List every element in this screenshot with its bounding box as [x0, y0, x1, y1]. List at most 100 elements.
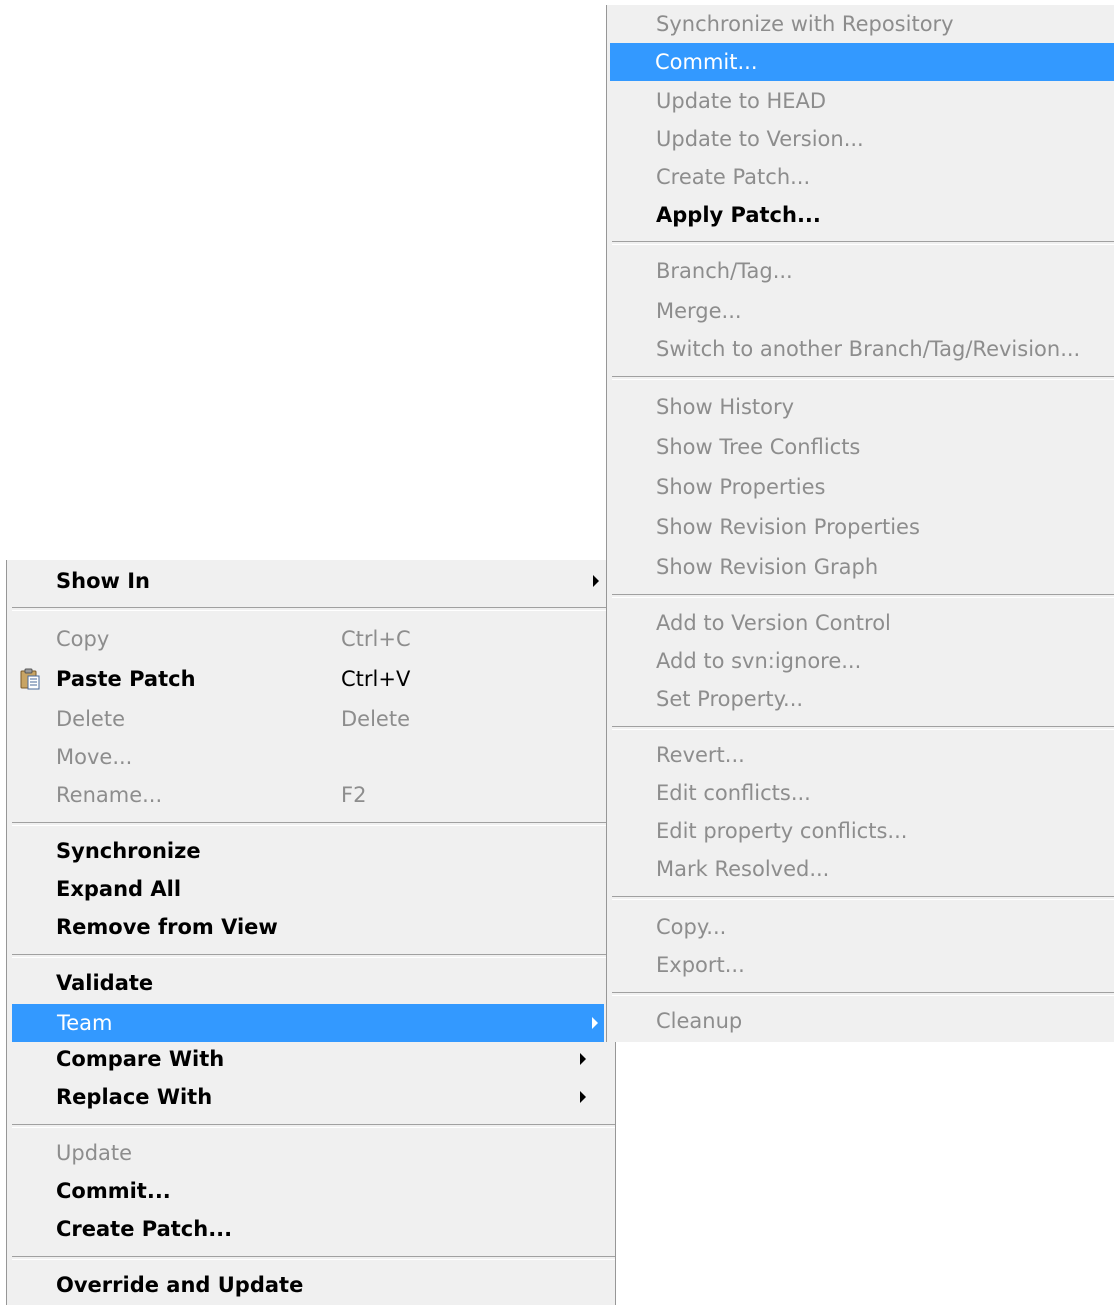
menu-item-label: Delete: [56, 707, 125, 731]
menu-item-synchronize[interactable]: Synchronize: [11, 832, 611, 870]
menu-item-label: Copy: [56, 627, 110, 651]
menu-item-label: Team: [57, 1011, 113, 1035]
menu-item-label: Update to Version...: [656, 127, 864, 151]
menu-item-move[interactable]: Move...: [11, 738, 611, 776]
menu-item-edit-conflicts[interactable]: Edit conflicts...: [611, 774, 1110, 812]
menu-item-create-patch[interactable]: Create Patch...: [11, 1210, 611, 1248]
menu-item-label: Replace With: [56, 1085, 213, 1109]
menu-item-label: Update: [56, 1141, 133, 1165]
menu-item-label: Move...: [56, 745, 133, 769]
menu-separator: [612, 241, 1114, 245]
menu-separator: [12, 1256, 615, 1260]
menu-item-label: Add to Version Control: [656, 611, 891, 635]
menu-item-add-to-version-control[interactable]: Add to Version Control: [611, 604, 1110, 642]
menu-item-commit[interactable]: Commit...: [610, 43, 1114, 81]
menu-item-show-revision-properties[interactable]: Show Revision Properties: [611, 508, 1110, 546]
menu-item-label: Update to HEAD: [656, 89, 827, 113]
menu-item-label: Revert...: [656, 743, 745, 767]
menu-separator: [612, 992, 1114, 996]
submenu-arrow-icon: [592, 1017, 598, 1029]
menu-item-remove-from-view[interactable]: Remove from View: [11, 908, 611, 946]
menu-item-branch-tag[interactable]: Branch/Tag...: [611, 252, 1110, 290]
menu-item-compare-with[interactable]: Compare With: [11, 1040, 611, 1078]
menu-item-shortcut: Ctrl+V: [341, 667, 411, 691]
menu-item-label: Edit conflicts...: [656, 781, 811, 805]
team-submenu: Synchronize with Repository Commit... Up…: [606, 5, 1114, 1042]
menu-item-label: Compare With: [56, 1047, 225, 1071]
menu-item-apply-patch[interactable]: Apply Patch...: [611, 196, 1110, 234]
menu-item-label: Rename...: [56, 783, 163, 807]
menu-item-switch[interactable]: Switch to another Branch/Tag/Revision...: [611, 330, 1110, 368]
menu-item-label: Edit property conflicts...: [656, 819, 908, 843]
menu-item-create-patch[interactable]: Create Patch...: [611, 158, 1110, 196]
menu-item-mark-resolved[interactable]: Mark Resolved...: [611, 850, 1110, 888]
menu-item-label: Show Revision Graph: [656, 555, 879, 579]
menu-item-export[interactable]: Export...: [611, 946, 1110, 984]
menu-item-label: Override and Update: [56, 1273, 304, 1297]
menu-separator: [612, 896, 1114, 900]
menu-item-set-property[interactable]: Set Property...: [611, 680, 1110, 718]
menu-item-label: Show Tree Conflicts: [656, 435, 861, 459]
menu-item-label: Apply Patch...: [656, 203, 821, 227]
menu-item-paste-patch[interactable]: Paste Patch Ctrl+V: [11, 660, 611, 698]
menu-item-commit[interactable]: Commit...: [11, 1172, 611, 1210]
menu-item-label: Export...: [656, 953, 745, 977]
menu-item-copy[interactable]: Copy Ctrl+C: [11, 620, 611, 658]
menu-separator: [612, 594, 1114, 598]
menu-item-show-in[interactable]: Show In: [11, 562, 611, 600]
menu-item-label: Synchronize: [56, 839, 201, 863]
menu-item-label: Commit...: [56, 1179, 171, 1203]
menu-item-show-revision-graph[interactable]: Show Revision Graph: [611, 548, 1110, 586]
menu-item-edit-property-conflicts[interactable]: Edit property conflicts...: [611, 812, 1110, 850]
menu-item-label: Validate: [56, 971, 154, 995]
menu-item-add-to-svnignore[interactable]: Add to svn:ignore...: [611, 642, 1110, 680]
menu-separator: [12, 954, 615, 958]
submenu-arrow-icon: [580, 1091, 586, 1103]
menu-item-label: Paste Patch: [56, 667, 196, 691]
menu-item-label: Switch to another Branch/Tag/Revision...: [656, 337, 1081, 361]
menu-item-update-to-version[interactable]: Update to Version...: [611, 120, 1110, 158]
menu-item-label: Create Patch...: [656, 165, 811, 189]
menu-item-show-history[interactable]: Show History: [611, 388, 1110, 426]
menu-item-label: Branch/Tag...: [656, 259, 793, 283]
menu-item-label: Show Properties: [656, 475, 826, 499]
clipboard-icon: [19, 668, 41, 690]
menu-item-label: Synchronize with Repository: [656, 12, 954, 36]
menu-item-label: Set Property...: [656, 687, 804, 711]
menu-item-team[interactable]: Team: [12, 1004, 604, 1042]
menu-item-label: Merge...: [656, 299, 742, 323]
menu-item-label: Add to svn:ignore...: [656, 649, 862, 673]
menu-item-copy[interactable]: Copy...: [611, 908, 1110, 946]
menu-item-label: Remove from View: [56, 915, 278, 939]
menu-item-merge[interactable]: Merge...: [611, 292, 1110, 330]
menu-item-label: Mark Resolved...: [656, 857, 830, 881]
menu-item-synchronize-with-repository[interactable]: Synchronize with Repository: [611, 5, 1110, 43]
menu-item-label: Create Patch...: [56, 1217, 233, 1241]
menu-separator: [12, 822, 615, 826]
menu-item-update-to-head[interactable]: Update to HEAD: [611, 82, 1110, 120]
menu-item-expand-all[interactable]: Expand All: [11, 870, 611, 908]
menu-item-delete[interactable]: Delete Delete: [11, 700, 611, 738]
menu-separator: [612, 726, 1114, 730]
submenu-arrow-icon: [580, 1053, 586, 1065]
menu-item-shortcut: Delete: [341, 707, 410, 731]
menu-item-label: Show History: [656, 395, 795, 419]
submenu-arrow-icon: [593, 575, 599, 587]
menu-item-cleanup[interactable]: Cleanup: [611, 1002, 1110, 1040]
menu-item-revert[interactable]: Revert...: [611, 736, 1110, 774]
menu-item-show-tree-conflicts[interactable]: Show Tree Conflicts: [611, 428, 1110, 466]
menu-item-show-properties[interactable]: Show Properties: [611, 468, 1110, 506]
menu-separator: [612, 376, 1114, 380]
menu-item-replace-with[interactable]: Replace With: [11, 1078, 611, 1116]
menu-item-shortcut: F2: [341, 783, 367, 807]
menu-item-label: Copy...: [656, 915, 727, 939]
menu-item-label: Commit...: [655, 50, 758, 74]
menu-separator: [12, 607, 615, 611]
menu-item-label: Expand All: [56, 877, 182, 901]
menu-item-override-and-update[interactable]: Override and Update: [11, 1266, 611, 1304]
menu-item-validate[interactable]: Validate: [11, 964, 611, 1002]
context-menu: Show In Copy Ctrl+C Paste Patch Ctrl+V D…: [6, 560, 616, 1305]
menu-item-update[interactable]: Update: [11, 1134, 611, 1172]
menu-item-shortcut: Ctrl+C: [341, 627, 411, 651]
menu-item-rename[interactable]: Rename... F2: [11, 776, 611, 814]
